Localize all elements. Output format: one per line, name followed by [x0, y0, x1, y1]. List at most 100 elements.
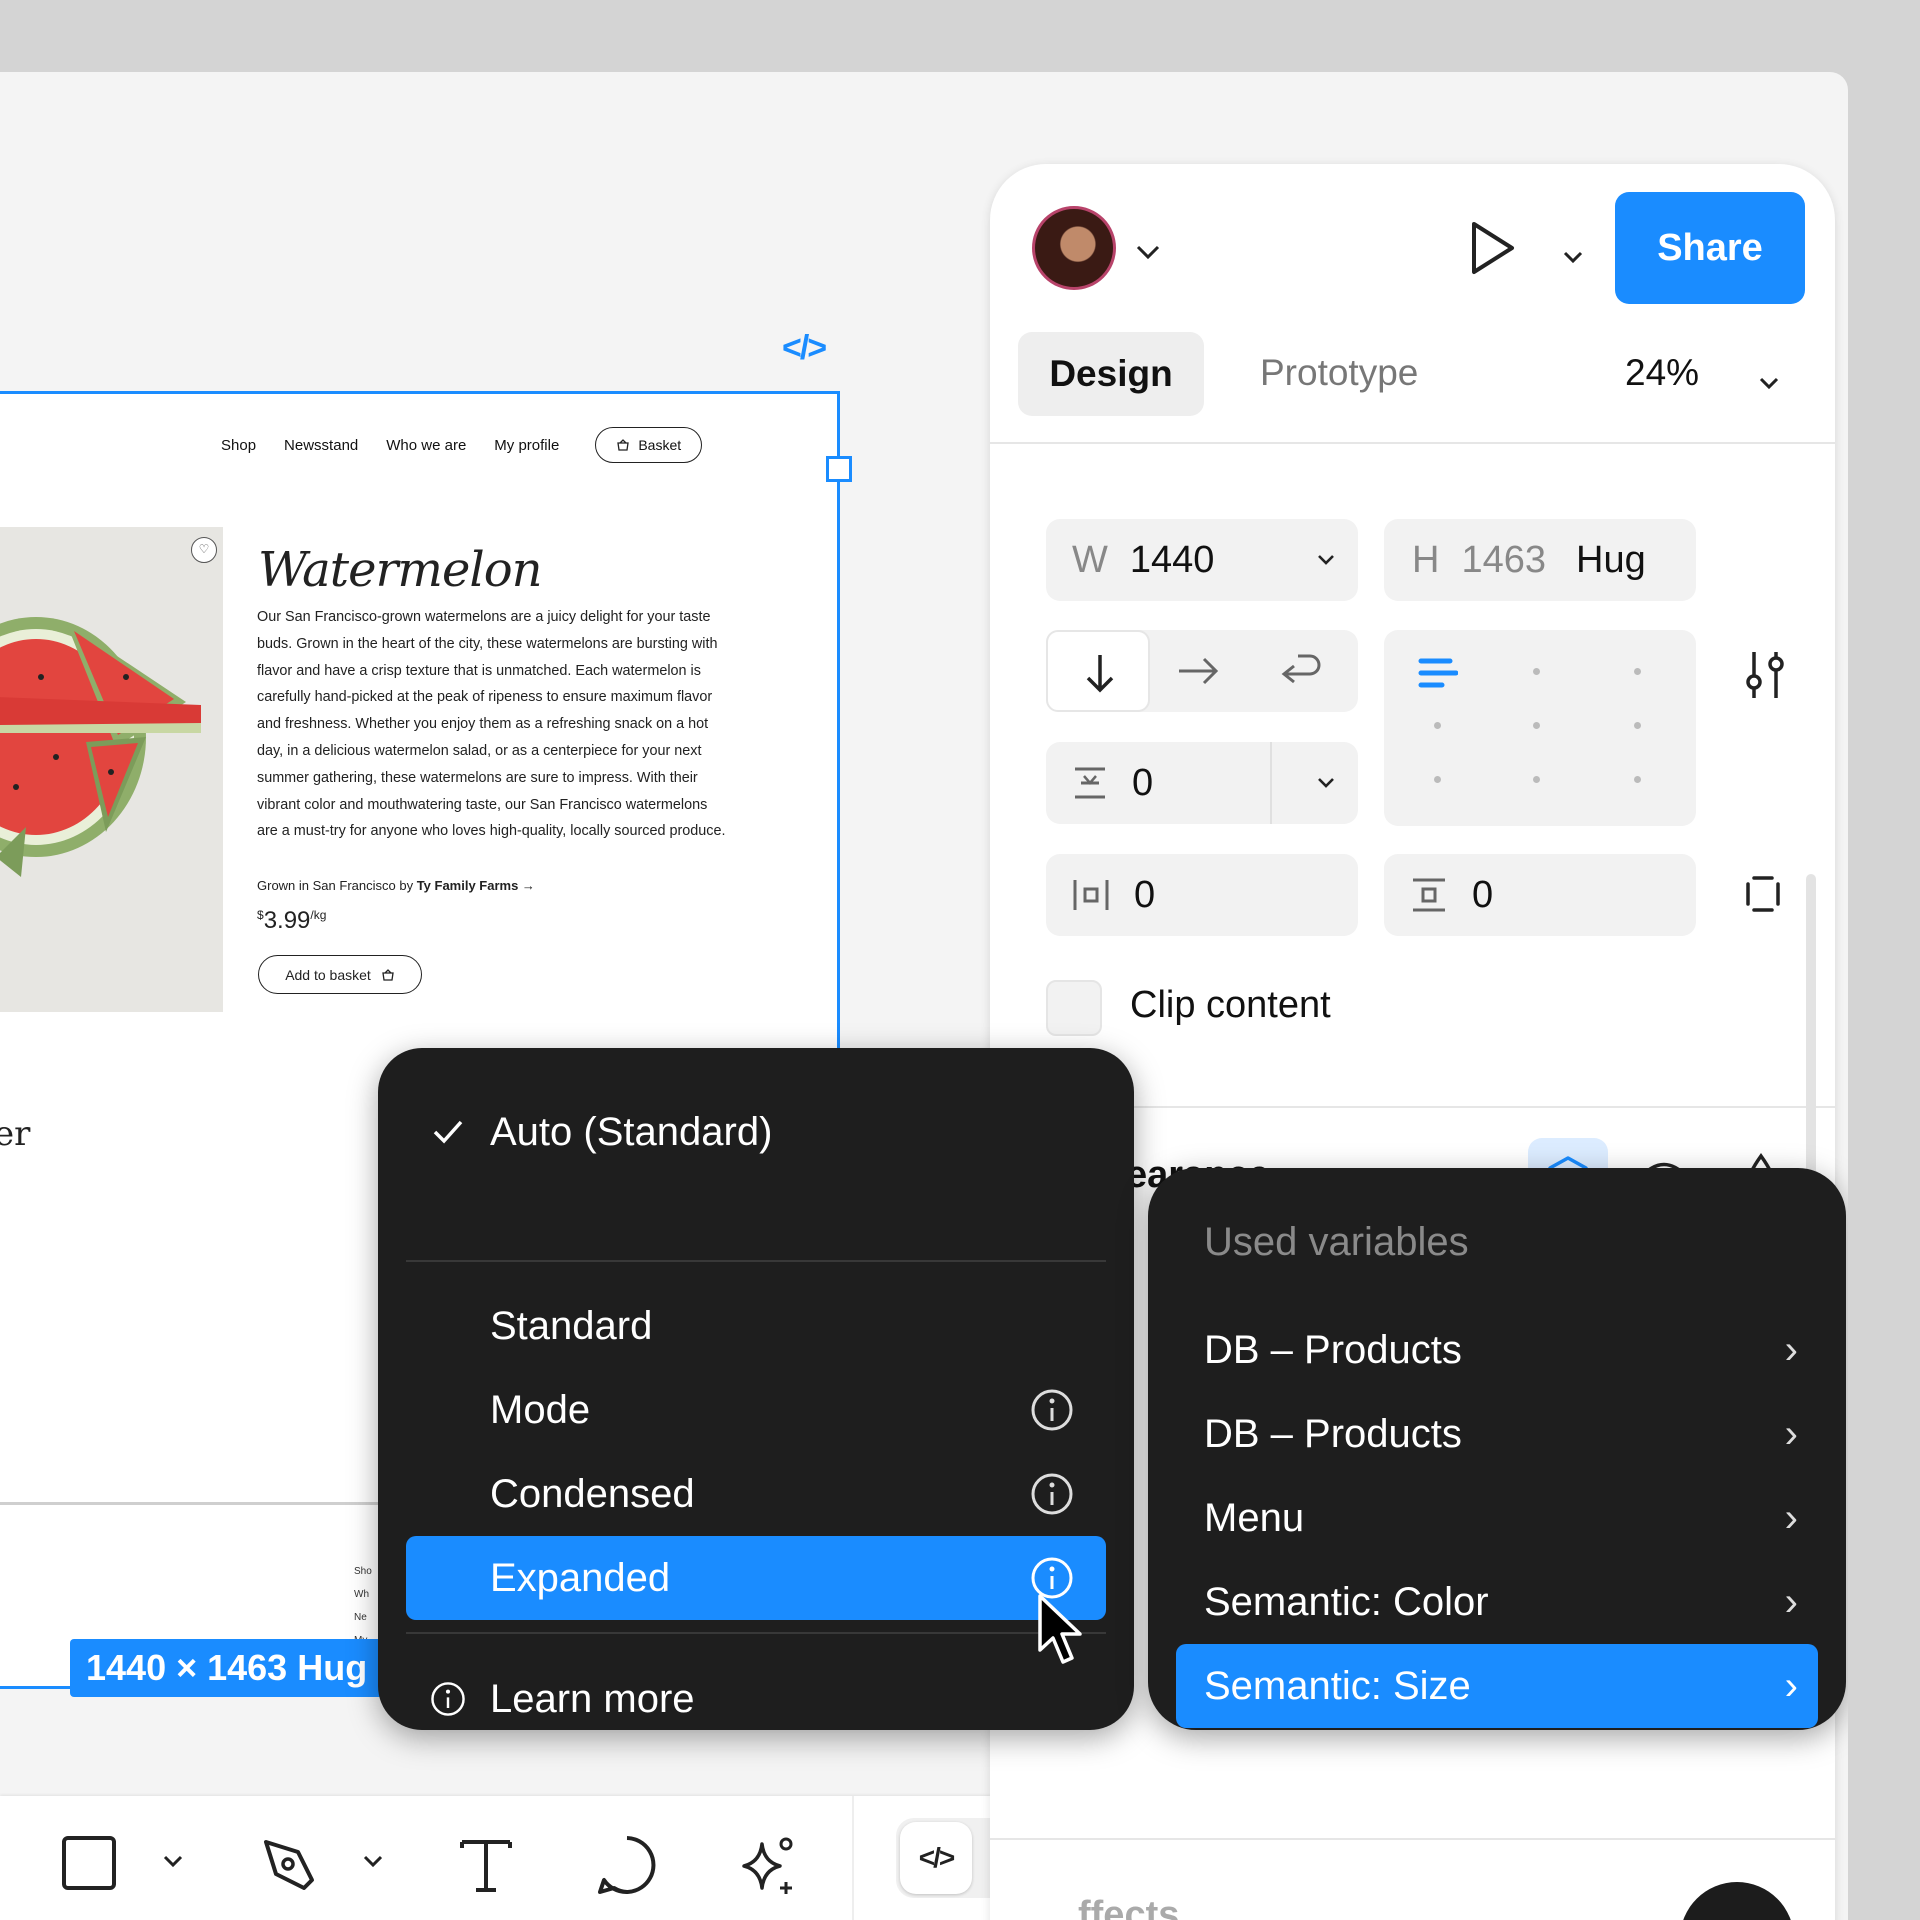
wrap-icon[interactable]: [1278, 652, 1324, 690]
app-window: </> Shop Newsstand Who we are My profile…: [0, 72, 1848, 1920]
arrow-right-icon[interactable]: [1176, 652, 1222, 690]
bottom-toolbar: </>: [0, 1796, 1080, 1920]
alignment-grid[interactable]: [1384, 630, 1696, 826]
footer-link[interactable]: Ne: [354, 1606, 372, 1629]
pen-tool-icon[interactable]: [258, 1834, 320, 1901]
footer-link[interactable]: Sho: [354, 1560, 372, 1583]
user-avatar[interactable]: [1032, 206, 1116, 290]
nav-link-newsstand[interactable]: Newsstand: [284, 437, 358, 454]
menu-item-db-products[interactable]: DB – Products ›: [1176, 1392, 1818, 1476]
gap-field[interactable]: 0: [1046, 742, 1358, 824]
resize-handle[interactable]: [826, 456, 852, 482]
code-badge-icon[interactable]: </>: [782, 329, 827, 368]
chevron-down-icon[interactable]: [1135, 234, 1161, 268]
rectangle-tool-icon[interactable]: [60, 1834, 118, 1897]
basket-label: Basket: [638, 437, 682, 453]
used-variables-menu: Used variables DB – Products › DB – Prod…: [1148, 1168, 1846, 1730]
info-icon[interactable]: [1030, 1388, 1074, 1432]
code-icon: </>: [900, 1822, 972, 1894]
section-heading-partial: er: [0, 1114, 31, 1154]
nav-link-my-profile[interactable]: My profile: [494, 437, 559, 454]
menu-item-standard[interactable]: Standard: [406, 1284, 1106, 1368]
chevron-down-icon[interactable]: [162, 1854, 184, 1873]
chevron-down-icon[interactable]: [1316, 554, 1336, 566]
info-icon[interactable]: [1030, 1472, 1074, 1516]
present-play-icon[interactable]: [1468, 220, 1516, 281]
menu-item-label: Semantic: Size: [1204, 1663, 1471, 1708]
add-to-basket-button[interactable]: Add to basket: [258, 955, 422, 994]
product-description: Our San Francisco-grown watermelons are …: [257, 609, 726, 840]
toolbar-divider: [852, 1796, 854, 1920]
menu-item-auto-standard[interactable]: Auto (Standard): [406, 1090, 1106, 1174]
menu-item-semantic-size[interactable]: Semantic: Size ›: [1176, 1644, 1818, 1728]
layout-settings-icon[interactable]: [1742, 648, 1788, 702]
chevron-down-icon[interactable]: [362, 1854, 384, 1873]
tab-prototype[interactable]: Prototype: [1260, 352, 1418, 394]
chevron-right-icon: ›: [1784, 1495, 1798, 1540]
clip-content-checkbox[interactable]: [1046, 980, 1102, 1036]
product-price: $3.99/kg: [257, 907, 326, 935]
direction-vertical-button[interactable]: [1046, 630, 1150, 712]
height-mode: Hug: [1576, 538, 1646, 581]
menu-item-mode[interactable]: Mode: [406, 1368, 1106, 1452]
height-value: 1463: [1461, 538, 1546, 581]
menu-item-expanded[interactable]: Expanded: [406, 1536, 1106, 1620]
farm-link[interactable]: Ty Family Farms →: [417, 878, 535, 893]
menu-item-condensed[interactable]: Condensed: [406, 1452, 1106, 1536]
gap-value: 0: [1132, 761, 1154, 804]
zoom-level[interactable]: 24%: [1625, 352, 1699, 394]
product-title: Watermelon: [258, 542, 543, 598]
help-button[interactable]: ?: [1680, 1882, 1794, 1920]
vertical-padding-field[interactable]: 0: [1384, 854, 1696, 936]
nav-link-who-we-are[interactable]: Who we are: [386, 437, 466, 454]
individual-padding-icon[interactable]: [1742, 872, 1784, 916]
price-value: 3.99: [263, 907, 311, 934]
height-label: H: [1412, 538, 1440, 581]
text-tool-icon[interactable]: [456, 1834, 516, 1899]
padding-vertical-icon: [1413, 878, 1445, 912]
height-field[interactable]: H 1463 Hug: [1384, 519, 1696, 601]
chevron-down-icon[interactable]: [1316, 777, 1336, 789]
clip-content-label: Clip content: [1130, 984, 1331, 1026]
site-nav: Shop Newsstand Who we are My profile Bas…: [221, 427, 703, 463]
effects-heading: ffects: [1078, 1894, 1180, 1920]
align-dot: [1533, 722, 1540, 729]
menu-item-semantic-color[interactable]: Semantic: Color ›: [1176, 1560, 1818, 1644]
menu-item-db-products[interactable]: DB – Products ›: [1176, 1308, 1818, 1392]
chevron-down-icon[interactable]: [1758, 364, 1780, 398]
menu-item-label: DB – Products: [1204, 1411, 1462, 1456]
basket-icon: [382, 968, 394, 981]
footer-link[interactable]: Wh: [354, 1583, 372, 1606]
chevron-right-icon: ›: [1784, 1327, 1798, 1372]
panel-divider: [990, 1838, 1835, 1840]
comment-tool-icon[interactable]: [596, 1834, 658, 1901]
horizontal-padding-field[interactable]: 0: [1046, 854, 1358, 936]
menu-item-label: Mode: [490, 1387, 591, 1432]
share-button[interactable]: Share: [1615, 192, 1805, 304]
favorite-heart-icon[interactable]: ♡: [191, 537, 217, 563]
horizontal-padding-value: 0: [1134, 873, 1156, 916]
padding-horizontal-icon: [1073, 880, 1109, 910]
align-dot: [1434, 776, 1441, 783]
width-value: 1440: [1129, 538, 1215, 581]
width-field[interactable]: W 1440: [1046, 519, 1358, 601]
menu-item-learn-more[interactable]: Learn more: [406, 1657, 1106, 1741]
align-dot: [1533, 776, 1540, 783]
menu-separator: [406, 1632, 1106, 1634]
variable-mode-menu: Auto (Standard) Standard Mode Condensed …: [378, 1048, 1134, 1730]
basket-button[interactable]: Basket: [595, 427, 703, 463]
menu-item-label: Expanded: [490, 1555, 671, 1600]
menu-item-label: Semantic: Color: [1204, 1579, 1489, 1624]
gap-vertical-icon: [1075, 767, 1105, 799]
chevron-down-icon[interactable]: [1562, 238, 1584, 272]
arrow-down-icon: [1086, 655, 1114, 693]
ai-sparkle-icon[interactable]: [734, 1834, 798, 1903]
align-dot: [1634, 668, 1641, 675]
menu-item-menu[interactable]: Menu ›: [1176, 1476, 1818, 1560]
field-divider: [1270, 742, 1272, 824]
nav-link-shop[interactable]: Shop: [221, 437, 256, 454]
tab-design[interactable]: Design: [1018, 332, 1204, 416]
chevron-right-icon: ›: [1784, 1579, 1798, 1624]
watermelon-illustration: [0, 617, 201, 877]
align-dot: [1533, 668, 1540, 675]
